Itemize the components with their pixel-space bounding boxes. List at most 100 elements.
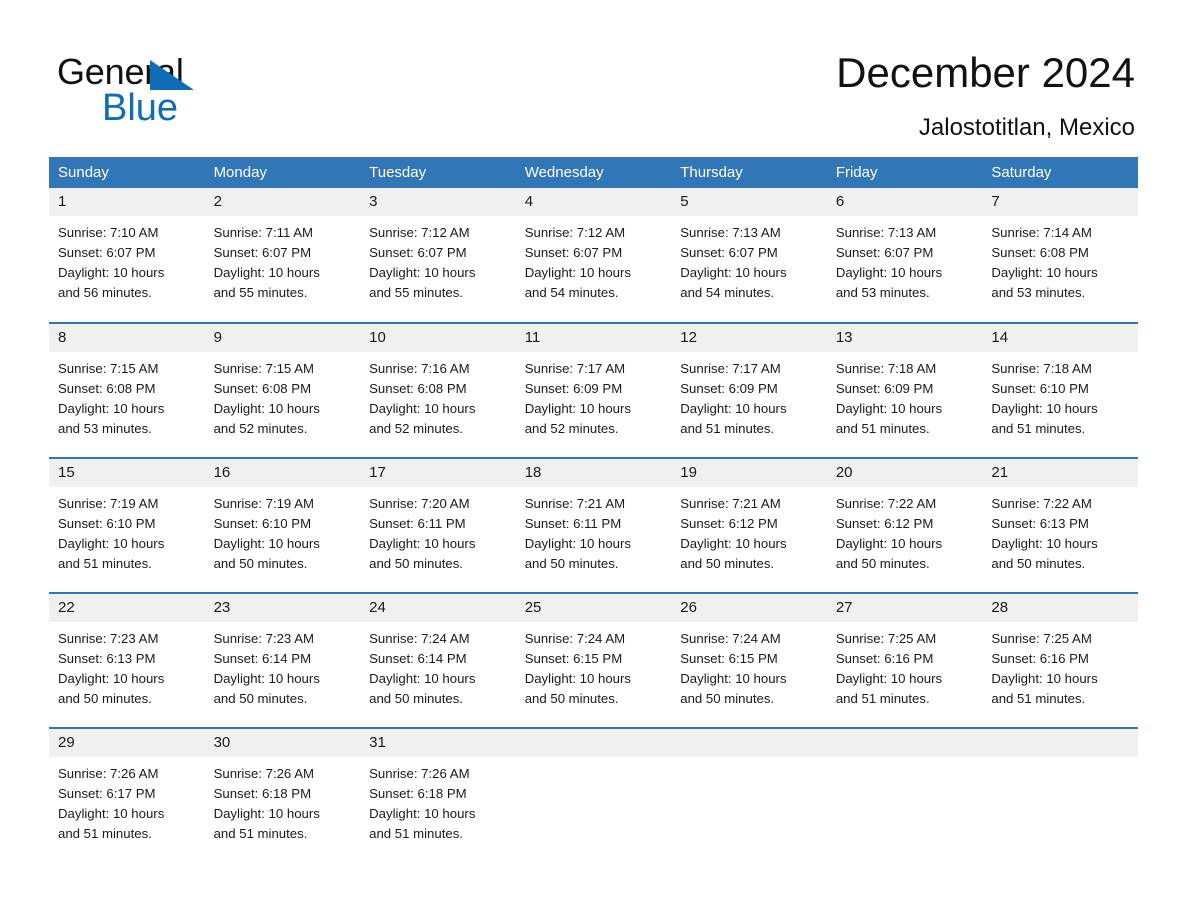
daylight-text-line1: Daylight: 10 hours <box>680 671 787 686</box>
sunrise-text: Sunrise: 7:25 AM <box>835 631 937 646</box>
day-number: 10 <box>360 324 516 352</box>
day-sun-info: Sunrise: 7:20 AM Sunset: 6:11 PM Daylight:… <box>360 487 516 574</box>
daylight-text-line1: Daylight: 10 hours <box>369 536 476 551</box>
day-number <box>826 729 983 757</box>
daylight-text-line2: and 53 minutes. <box>58 421 152 436</box>
calendar-day-cell[interactable]: 31 Sunrise: 7:26 AM Sunset: 6:18 PM Dayligh… <box>360 727 516 863</box>
day-number: 11 <box>515 324 672 352</box>
day-number: 27 <box>826 594 983 622</box>
daylight-text-line2: and 51 minutes. <box>680 421 775 436</box>
day-number: 22 <box>49 594 205 622</box>
day-number: 2 <box>204 188 361 216</box>
sunset-text: Sunset: 6:16 PM <box>835 651 934 666</box>
calendar-day-cell[interactable]: 18 Sunrise: 7:21 AM Sunset: 6:11 PM Dayligh… <box>515 457 672 593</box>
day-sun-info: Sunrise: 7:15 AM Sunset: 6:08 PM Daylight:… <box>49 352 205 439</box>
calendar-day-cell[interactable]: 30 Sunrise: 7:26 AM Sunset: 6:18 PM Dayligh… <box>204 727 361 863</box>
sunrise-text: Sunrise: 7:26 AM <box>369 766 470 781</box>
general-blue-logo[interactable]: General Blue <box>57 52 317 136</box>
calendar-day-cell[interactable]: 2 Sunrise: 7:11 AM Sunset: 6:07 PM Daylight… <box>204 188 361 323</box>
calendar-empty-cell <box>982 727 1138 863</box>
daylight-text-line2: and 51 minutes. <box>213 826 308 841</box>
daylight-text-line1: Daylight: 10 hours <box>524 536 631 551</box>
sunset-text: Sunset: 6:08 PM <box>369 381 467 396</box>
calendar-day-cell[interactable]: 26 Sunrise: 7:24 AM Sunset: 6:15 PM Dayligh… <box>671 592 827 728</box>
calendar-day-cell[interactable]: 10 Sunrise: 7:16 AM Sunset: 6:08 PM Dayligh… <box>360 322 516 458</box>
calendar-day-cell[interactable]: 1 Sunrise: 7:10 AM Sunset: 6:07 PM Daylight… <box>49 188 205 323</box>
calendar-day-cell[interactable]: 12 Sunrise: 7:17 AM Sunset: 6:09 PM Dayligh… <box>671 322 827 458</box>
sunrise-text: Sunrise: 7:23 AM <box>58 631 159 646</box>
sunset-text: Sunset: 6:15 PM <box>524 651 623 666</box>
calendar-table: Sunday Monday Tuesday Wednesday Thursday… <box>49 157 1138 863</box>
calendar-day-cell[interactable]: 21 Sunrise: 7:22 AM Sunset: 6:13 PM Dayligh… <box>982 457 1138 593</box>
daylight-text-line2: and 50 minutes. <box>680 556 775 571</box>
calendar-day-cell[interactable]: 25 Sunrise: 7:24 AM Sunset: 6:15 PM Dayligh… <box>515 592 672 728</box>
sunset-text: Sunset: 6:13 PM <box>991 516 1089 531</box>
calendar-day-cell[interactable]: 22 Sunrise: 7:23 AM Sunset: 6:13 PM Dayligh… <box>49 592 205 728</box>
day-sun-info: Sunrise: 7:15 AM Sunset: 6:08 PM Daylight:… <box>205 352 361 439</box>
daylight-text-line2: and 54 minutes. <box>524 285 619 300</box>
day-number: 16 <box>204 459 361 487</box>
calendar-day-cell[interactable]: 13 Sunrise: 7:18 AM Sunset: 6:09 PM Dayligh… <box>826 322 983 458</box>
calendar-day-cell[interactable]: 9 Sunrise: 7:15 AM Sunset: 6:08 PM Daylight… <box>204 322 361 458</box>
daylight-text-line2: and 50 minutes. <box>369 556 463 571</box>
day-sun-info: Sunrise: 7:24 AM Sunset: 6:15 PM Daylight:… <box>516 622 672 709</box>
calendar-day-cell[interactable]: 11 Sunrise: 7:17 AM Sunset: 6:09 PM Dayligh… <box>515 322 672 458</box>
daylight-text-line1: Daylight: 10 hours <box>680 401 787 416</box>
daylight-text-line2: and 51 minutes. <box>991 421 1086 436</box>
sunrise-text: Sunrise: 7:13 AM <box>835 225 937 240</box>
calendar-day-cell[interactable]: 6 Sunrise: 7:13 AM Sunset: 6:07 PM Daylight… <box>826 188 983 323</box>
daylight-text-line2: and 50 minutes. <box>213 556 308 571</box>
calendar-day-cell[interactable]: 20 Sunrise: 7:22 AM Sunset: 6:12 PM Dayligh… <box>826 457 983 593</box>
daylight-text-line1: Daylight: 10 hours <box>213 806 320 821</box>
calendar-grid: Sunday Monday Tuesday Wednesday Thursday… <box>49 157 1138 863</box>
calendar-day-cell[interactable]: 19 Sunrise: 7:21 AM Sunset: 6:12 PM Dayligh… <box>671 457 827 593</box>
sunset-text: Sunset: 6:10 PM <box>991 381 1089 396</box>
calendar-day-cell[interactable]: 27 Sunrise: 7:25 AM Sunset: 6:16 PM Dayligh… <box>826 592 983 728</box>
calendar-day-cell[interactable]: 15 Sunrise: 7:19 AM Sunset: 6:10 PM Dayligh… <box>49 457 205 593</box>
calendar-day-cell[interactable]: 3 Sunrise: 7:12 AM Sunset: 6:07 PM Daylight… <box>360 188 516 323</box>
daylight-text-line2: and 50 minutes. <box>524 556 619 571</box>
calendar-body: 1 Sunrise: 7:10 AM Sunset: 6:07 PM Daylight… <box>49 188 1138 863</box>
page-subtitle-location: Jalostotitlan, Mexico <box>918 114 1135 141</box>
sunrise-text: Sunrise: 7:21 AM <box>680 496 781 511</box>
day-number <box>671 729 827 757</box>
day-number: 25 <box>515 594 672 622</box>
calendar-day-cell[interactable]: 7 Sunrise: 7:14 AM Sunset: 6:08 PM Daylight… <box>982 188 1138 323</box>
sunset-text: Sunset: 6:07 PM <box>835 245 934 260</box>
calendar-day-cell[interactable]: 23 Sunrise: 7:23 AM Sunset: 6:14 PM Dayligh… <box>204 592 361 728</box>
calendar-day-cell[interactable]: 16 Sunrise: 7:19 AM Sunset: 6:10 PM Dayligh… <box>204 457 361 593</box>
daylight-text-line1: Daylight: 10 hours <box>680 536 787 551</box>
sunrise-text: Sunrise: 7:10 AM <box>58 225 159 240</box>
calendar-day-cell[interactable]: 5 Sunrise: 7:13 AM Sunset: 6:07 PM Daylight… <box>671 188 827 323</box>
calendar-day-cell[interactable]: 29 Sunrise: 7:26 AM Sunset: 6:17 PM Dayligh… <box>49 727 205 863</box>
sunrise-text: Sunrise: 7:24 AM <box>680 631 781 646</box>
calendar-day-cell[interactable]: 8 Sunrise: 7:15 AM Sunset: 6:08 PM Daylight… <box>49 322 205 458</box>
sunrise-text: Sunrise: 7:17 AM <box>524 361 626 376</box>
sunrise-text: Sunrise: 7:14 AM <box>991 225 1092 240</box>
calendar-day-cell[interactable]: 4 Sunrise: 7:12 AM Sunset: 6:07 PM Daylight… <box>515 188 672 323</box>
day-sun-info: Sunrise: 7:25 AM Sunset: 6:16 PM Daylight:… <box>982 622 1138 709</box>
daylight-text-line2: and 50 minutes. <box>58 691 152 706</box>
calendar-day-cell[interactable]: 24 Sunrise: 7:24 AM Sunset: 6:14 PM Dayligh… <box>360 592 516 728</box>
daylight-text-line1: Daylight: 10 hours <box>524 671 631 686</box>
day-sun-info: Sunrise: 7:26 AM Sunset: 6:17 PM Daylight:… <box>49 757 205 844</box>
sunrise-text: Sunrise: 7:21 AM <box>524 496 626 511</box>
day-number: 17 <box>360 459 516 487</box>
daylight-text-line1: Daylight: 10 hours <box>58 806 165 821</box>
sunrise-text: Sunrise: 7:12 AM <box>524 225 626 240</box>
sunset-text: Sunset: 6:07 PM <box>58 245 156 260</box>
day-sun-info: Sunrise: 7:26 AM Sunset: 6:18 PM Daylight:… <box>360 757 516 844</box>
daylight-text-line1: Daylight: 10 hours <box>835 401 943 416</box>
sunrise-text: Sunrise: 7:22 AM <box>991 496 1092 511</box>
sunset-text: Sunset: 6:07 PM <box>524 245 623 260</box>
calendar-day-cell[interactable]: 14 Sunrise: 7:18 AM Sunset: 6:10 PM Dayligh… <box>982 322 1138 458</box>
calendar-day-cell[interactable]: 17 Sunrise: 7:20 AM Sunset: 6:11 PM Dayligh… <box>360 457 516 593</box>
day-sun-info: Sunrise: 7:16 AM Sunset: 6:08 PM Daylight:… <box>360 352 516 439</box>
sunset-text: Sunset: 6:12 PM <box>835 516 934 531</box>
daylight-text-line2: and 51 minutes. <box>835 691 930 706</box>
day-number: 19 <box>671 459 827 487</box>
calendar-day-cell[interactable]: 28 Sunrise: 7:25 AM Sunset: 6:16 PM Dayligh… <box>982 592 1138 728</box>
day-sun-info: Sunrise: 7:22 AM Sunset: 6:12 PM Daylight:… <box>827 487 983 574</box>
sunset-text: Sunset: 6:09 PM <box>524 381 623 396</box>
daylight-text-line2: and 50 minutes. <box>524 691 619 706</box>
